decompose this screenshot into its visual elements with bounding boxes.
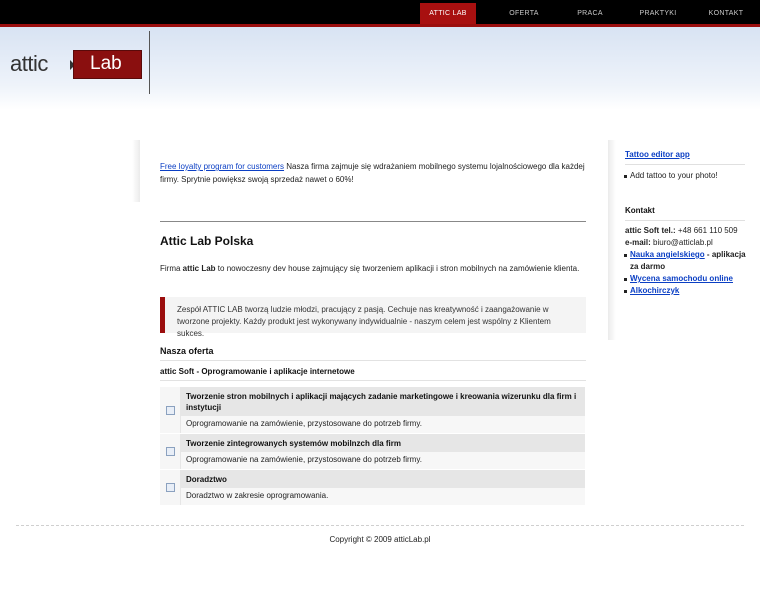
contact-title: Kontakt	[625, 206, 655, 215]
subsection-divider	[160, 380, 586, 381]
column-shadow-left	[132, 140, 140, 202]
promo-block: Free loyalty program for customers Nasza…	[160, 160, 586, 186]
footer-copyright: Copyright © 2009 atticLab.pl	[329, 535, 431, 544]
offer-item-title: Tworzenie stron mobilnych i aplikacji ma…	[181, 387, 585, 416]
header-band: attic Lab	[0, 27, 760, 110]
logo-word-attic: attic	[10, 51, 48, 76]
contact-email: e-mail: biuro@atticlab.pl	[625, 238, 713, 247]
site-logo[interactable]: attic Lab	[10, 50, 142, 80]
offer-item-description: Oprogramowanie na zamówienie, przystosow…	[181, 416, 585, 433]
link-wycena-samochodu[interactable]: Wycena samochodu online	[630, 274, 733, 283]
header-divider	[149, 31, 150, 94]
sidebar-links: Nauka angielskiego - aplikacja za darmo …	[624, 249, 747, 297]
promo-link[interactable]: Free loyalty program for customers	[160, 162, 284, 171]
intro-text: Firma attic Lab to nowoczesny dev house …	[160, 264, 580, 273]
tattoo-list: Add tattoo to your photo!	[624, 170, 745, 182]
nav-item-praca[interactable]: PRACA	[560, 3, 620, 24]
contact-phone: attic Soft tel.: +48 661 110 509	[625, 226, 738, 235]
footer-divider	[16, 525, 744, 526]
offer-subtitle: attic Soft - Oprogramowanie i aplikacje …	[160, 367, 355, 376]
top-bar: ATTIC LAB OFERTA PRACA PRAKTYKI KONTAKT	[0, 0, 760, 24]
promo-text: Free loyalty program for customers Nasza…	[160, 160, 586, 186]
sidebar-link-item: Wycena samochodu online	[624, 273, 747, 285]
nav-item-kontakt[interactable]: KONTAKT	[700, 3, 752, 24]
broken-image-icon	[160, 470, 181, 505]
column-shadow-right	[608, 140, 616, 340]
broken-image-icon	[160, 387, 181, 433]
offer-item: Tworzenie zintegrowanych systemów mobiln…	[160, 434, 585, 470]
section-divider	[160, 360, 586, 361]
link-nauka-angielskiego[interactable]: Nauka angielskiego	[630, 250, 705, 259]
intro-company-name: attic Lab	[182, 264, 216, 273]
team-quote: Zespół ATTIC LAB tworzą ludzie młodzi, p…	[160, 297, 586, 338]
logo-word-lab: Lab	[90, 53, 122, 74]
link-alkochirczyk[interactable]: Alkochirczyk	[630, 286, 679, 295]
sidebar-divider	[625, 220, 745, 221]
tattoo-list-item: Add tattoo to your photo!	[624, 170, 745, 182]
offer-item-title: Tworzenie zintegrowanych systemów mobiln…	[181, 434, 585, 452]
sidebar-link-item: Nauka angielskiego - aplikacja za darmo	[624, 249, 747, 273]
offer-item-title: Doradztwo	[181, 470, 585, 488]
offer-section-title: Nasza oferta	[160, 346, 214, 356]
content-divider	[160, 221, 586, 222]
nav-item-oferta[interactable]: OFERTA	[494, 3, 554, 24]
offer-item-description: Oprogramowanie na zamówienie, przystosow…	[181, 452, 585, 469]
offer-list: Tworzenie stron mobilnych i aplikacji ma…	[160, 387, 585, 506]
nav-item-attic-lab[interactable]: ATTIC LAB	[420, 3, 476, 24]
sidebar-link-list: Nauka angielskiego - aplikacja za darmo …	[624, 249, 747, 297]
offer-item-description: Doradztwo w zakresie oprogramowania.	[181, 488, 585, 505]
offer-item: Doradztwo Doradztwo w zakresie oprogramo…	[160, 470, 585, 506]
broken-image-icon	[160, 434, 181, 469]
sidebar-divider	[625, 164, 745, 165]
logo-lab-box: Lab	[73, 50, 142, 79]
sidebar-tattoo-section: Tattoo editor app	[625, 150, 745, 159]
offer-item: Tworzenie stron mobilnych i aplikacji ma…	[160, 387, 585, 434]
nav-item-praktyki[interactable]: PRAKTYKI	[628, 3, 688, 24]
main-nav: ATTIC LAB OFERTA PRACA PRAKTYKI KONTAKT	[420, 3, 752, 24]
sidebar-link-item: Alkochirczyk	[624, 285, 747, 297]
tattoo-app-link[interactable]: Tattoo editor app	[625, 150, 745, 159]
contact-details: attic Soft tel.: +48 661 110 509 e-mail:…	[625, 225, 747, 249]
page-title: Attic Lab Polska	[160, 234, 254, 248]
